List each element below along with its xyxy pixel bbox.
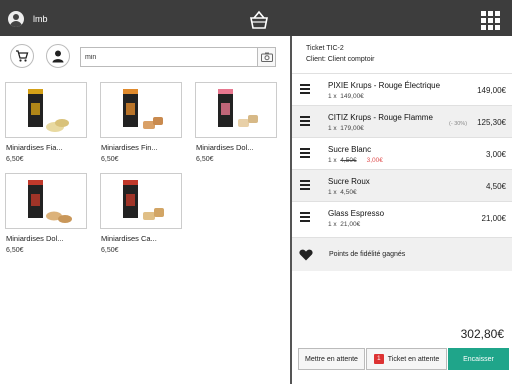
product-name: Miniardises Dol... bbox=[196, 143, 254, 152]
item-name: Glass Espresso bbox=[328, 209, 385, 218]
ticket-line-item[interactable]: CITIZ Krups - Rouge Flamme 1 x 179,00€ (… bbox=[292, 105, 512, 137]
product-image bbox=[5, 173, 87, 229]
drag-handle-icon[interactable] bbox=[300, 116, 310, 126]
product-image bbox=[5, 82, 87, 138]
item-detail: 1 x 179,00€ bbox=[328, 125, 364, 132]
item-detail: 1 x 149,00€ bbox=[328, 93, 364, 100]
ticket-line-item[interactable]: Sucre Blanc 1 x 4,50€ 3,00€ 3,00€ bbox=[292, 137, 512, 169]
product-name: Miniardises Ca... bbox=[101, 234, 157, 243]
item-name: CITIZ Krups - Rouge Flamme bbox=[328, 113, 433, 122]
item-detail: 1 x 4,50€ bbox=[328, 189, 357, 196]
cart-icon bbox=[16, 50, 29, 62]
product-card[interactable]: Miniardises Ca... 6,50€ bbox=[100, 173, 182, 263]
cart-button[interactable] bbox=[10, 44, 34, 68]
search-box bbox=[80, 47, 276, 67]
user-avatar-icon[interactable] bbox=[8, 11, 24, 27]
product-card[interactable]: Miniardises Dol... 6,50€ bbox=[5, 173, 87, 263]
item-name: PIXIE Krups - Rouge Électrique bbox=[328, 81, 441, 90]
item-total: 3,00€ bbox=[485, 150, 506, 159]
ticket-client: Client: Client comptoir bbox=[306, 56, 375, 63]
camera-button[interactable] bbox=[257, 48, 275, 66]
search-input[interactable] bbox=[81, 48, 256, 66]
product-price: 6,50€ bbox=[6, 156, 24, 163]
item-name: Sucre Roux bbox=[328, 177, 370, 186]
held-tickets-label: Ticket en attente bbox=[387, 355, 440, 363]
item-name: Sucre Blanc bbox=[328, 145, 372, 154]
customer-button[interactable] bbox=[46, 44, 70, 68]
basket-icon[interactable] bbox=[248, 9, 270, 31]
pay-button[interactable]: Encaisser bbox=[448, 348, 509, 370]
item-total: 21,00€ bbox=[481, 214, 506, 223]
user-name: lmb bbox=[33, 14, 48, 24]
product-card[interactable]: Miniardises Fia... 6,50€ bbox=[5, 82, 87, 172]
ticket-line-item[interactable]: PIXIE Krups - Rouge Électrique 1 x 149,0… bbox=[292, 73, 512, 105]
catalog-panel: Miniardises Fia... 6,50€ Miniardises Fin… bbox=[0, 36, 290, 384]
ticket-line-item[interactable]: Glass Espresso 1 x 21,00€ 21,00€ bbox=[292, 201, 512, 233]
item-discount: (- 30%) bbox=[449, 121, 468, 127]
product-name: Miniardises Fin... bbox=[101, 143, 158, 152]
camera-icon bbox=[260, 52, 273, 62]
product-price: 6,50€ bbox=[196, 156, 214, 163]
product-image bbox=[100, 173, 182, 229]
drag-handle-icon[interactable] bbox=[300, 212, 310, 222]
heart-icon bbox=[299, 249, 313, 261]
ticket-line-item[interactable]: Sucre Roux 1 x 4,50€ 4,50€ bbox=[292, 169, 512, 201]
drag-handle-icon[interactable] bbox=[300, 84, 310, 94]
item-total: 149,00€ bbox=[477, 86, 506, 95]
product-card[interactable]: Miniardises Fin... 6,50€ bbox=[100, 82, 182, 172]
product-price: 6,50€ bbox=[101, 247, 119, 254]
ticket-title: Ticket TIC-2 bbox=[306, 45, 344, 52]
drag-handle-icon[interactable] bbox=[300, 180, 310, 190]
held-count-badge: 1 bbox=[373, 354, 384, 364]
ticket-panel: Ticket TIC-2 Client: Client comptoir PIX… bbox=[292, 36, 512, 384]
product-price: 6,50€ bbox=[101, 156, 119, 163]
grand-total: 302,80€ bbox=[460, 327, 504, 341]
product-name: Miniardises Fia... bbox=[6, 143, 63, 152]
person-icon bbox=[52, 50, 64, 63]
item-detail: 1 x 21,00€ bbox=[328, 221, 361, 228]
product-image bbox=[100, 82, 182, 138]
loyalty-label: Points de fidélité gagnés bbox=[329, 251, 406, 258]
held-tickets-button[interactable]: 1 Ticket en attente bbox=[366, 348, 447, 370]
product-image bbox=[195, 82, 277, 138]
item-total: 125,30€ bbox=[477, 118, 506, 127]
product-card[interactable]: Miniardises Dol... 6,50€ bbox=[195, 82, 277, 172]
top-bar: lmb bbox=[0, 0, 512, 36]
grid-icon[interactable] bbox=[481, 11, 501, 31]
item-detail: 1 x 4,50€ 3,00€ bbox=[328, 157, 383, 164]
product-price: 6,50€ bbox=[6, 247, 24, 254]
hold-ticket-button[interactable]: Mettre en attente bbox=[298, 348, 365, 370]
drag-handle-icon[interactable] bbox=[300, 148, 310, 158]
item-total: 4,50€ bbox=[485, 182, 506, 191]
product-name: Miniardises Dol... bbox=[6, 234, 64, 243]
loyalty-points-row[interactable]: Points de fidélité gagnés bbox=[292, 237, 512, 271]
